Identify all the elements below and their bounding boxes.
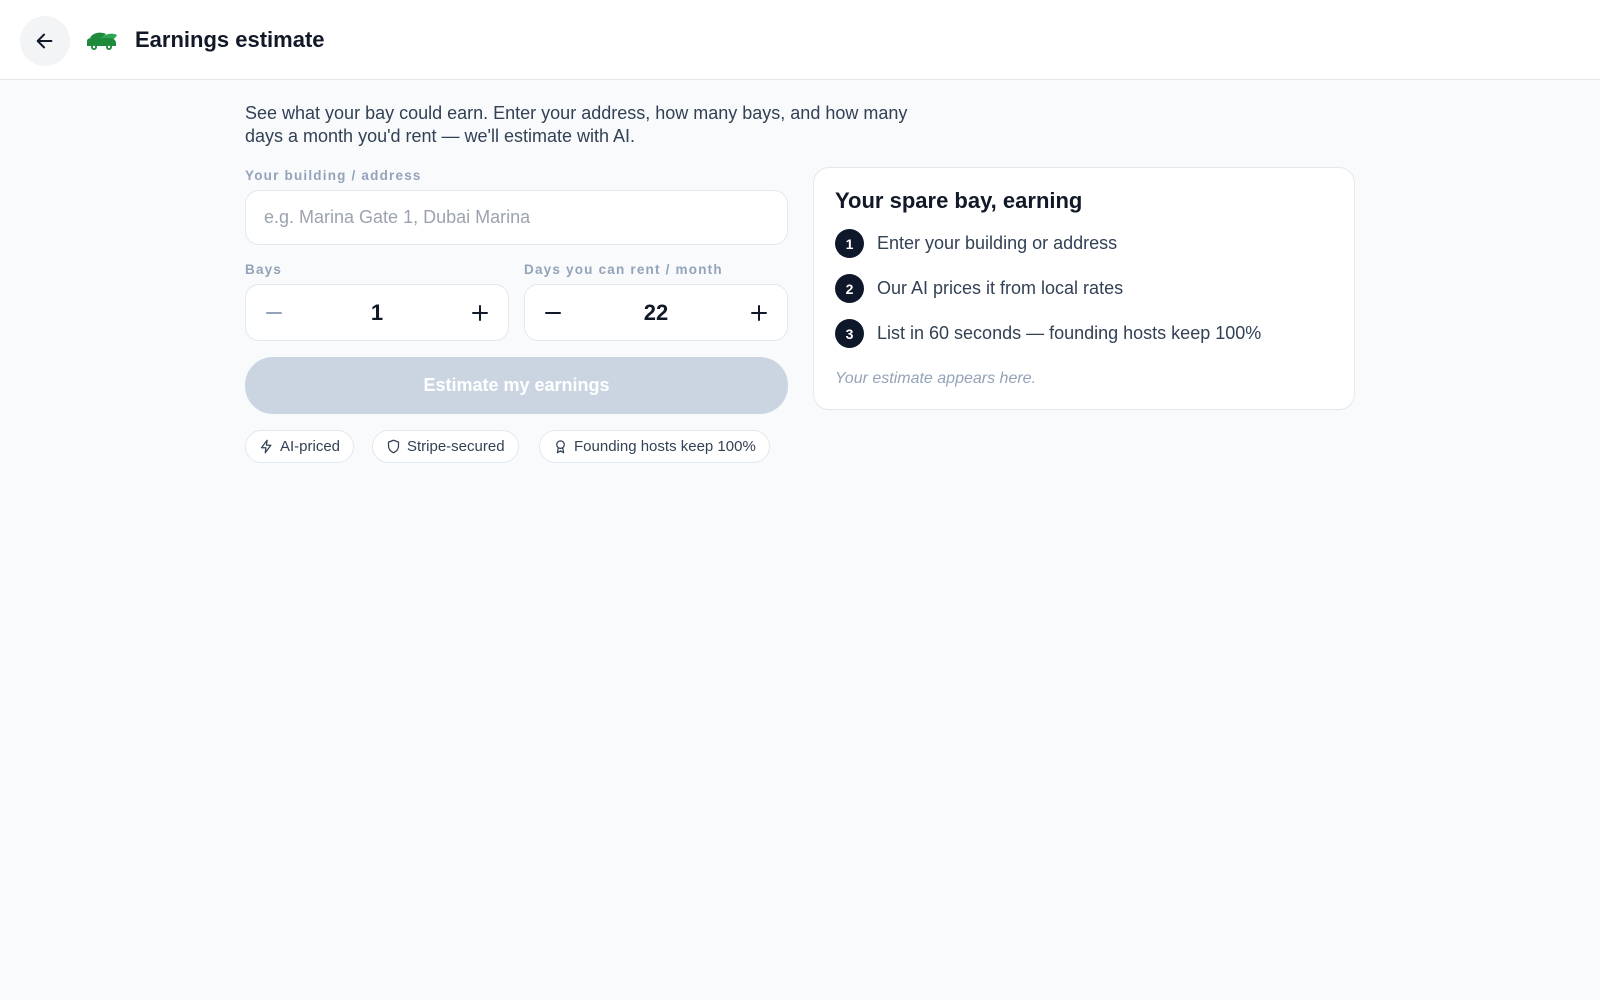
bays-label: Bays xyxy=(245,262,283,277)
bays-stepper: 1 xyxy=(245,284,509,341)
bays-decrement-button[interactable] xyxy=(246,285,302,340)
step-number: 2 xyxy=(835,274,864,303)
plus-icon xyxy=(751,304,767,321)
card-title: Your spare bay, earning xyxy=(835,188,1083,213)
days-decrement-button[interactable] xyxy=(525,285,581,340)
chip-label: Founding hosts keep 100% xyxy=(574,438,756,455)
days-label: Days you can rent / month xyxy=(524,262,723,277)
minus-icon xyxy=(266,311,282,314)
step-text: Enter your building or address xyxy=(877,233,1118,253)
bays-increment-button[interactable] xyxy=(452,285,508,340)
back-button[interactable] xyxy=(20,16,70,66)
days-value: 22 xyxy=(643,299,669,325)
estimate-placeholder-note: Your estimate appears here. xyxy=(835,370,1037,387)
step-text: List in 60 seconds — founding hosts keep… xyxy=(877,323,1262,343)
step-item: 3 List in 60 seconds — founding hosts ke… xyxy=(835,319,1261,348)
plus-icon xyxy=(472,304,488,321)
minus-icon xyxy=(545,311,561,314)
step-number: 3 xyxy=(835,319,864,348)
days-stepper: 22 xyxy=(524,284,788,341)
car-leaf-logo xyxy=(87,32,117,50)
lightning-icon xyxy=(260,439,272,454)
estimate-button[interactable]: Estimate my earnings xyxy=(245,357,788,414)
address-input[interactable] xyxy=(245,190,788,245)
arrow-left-icon xyxy=(36,33,53,49)
step-item: 1 Enter your building or address xyxy=(835,229,1117,258)
chip-stripe-secured: Stripe-secured xyxy=(372,430,519,463)
intro-text: See what your bay could earn. Enter your… xyxy=(245,103,908,146)
chip-label: Stripe-secured xyxy=(407,438,505,455)
award-icon xyxy=(556,440,565,454)
shield-icon xyxy=(387,439,400,454)
step-item: 2 Our AI prices it from local rates xyxy=(835,274,1123,303)
top-bar: Earnings estimate xyxy=(0,0,1600,80)
days-increment-button[interactable] xyxy=(731,285,787,340)
chip-ai-priced: AI-priced xyxy=(245,430,355,463)
step-text: Our AI prices it from local rates xyxy=(877,278,1124,298)
chip-label: AI-priced xyxy=(280,438,341,455)
how-it-works-card: Your spare bay, earning 1 Enter your bui… xyxy=(813,167,1355,410)
page-title: Earnings estimate xyxy=(135,27,325,52)
address-label: Your building / address xyxy=(245,168,422,183)
step-number: 1 xyxy=(835,229,864,258)
bays-value: 1 xyxy=(370,299,384,325)
chip-founding-hosts: Founding hosts keep 100% xyxy=(539,430,770,463)
